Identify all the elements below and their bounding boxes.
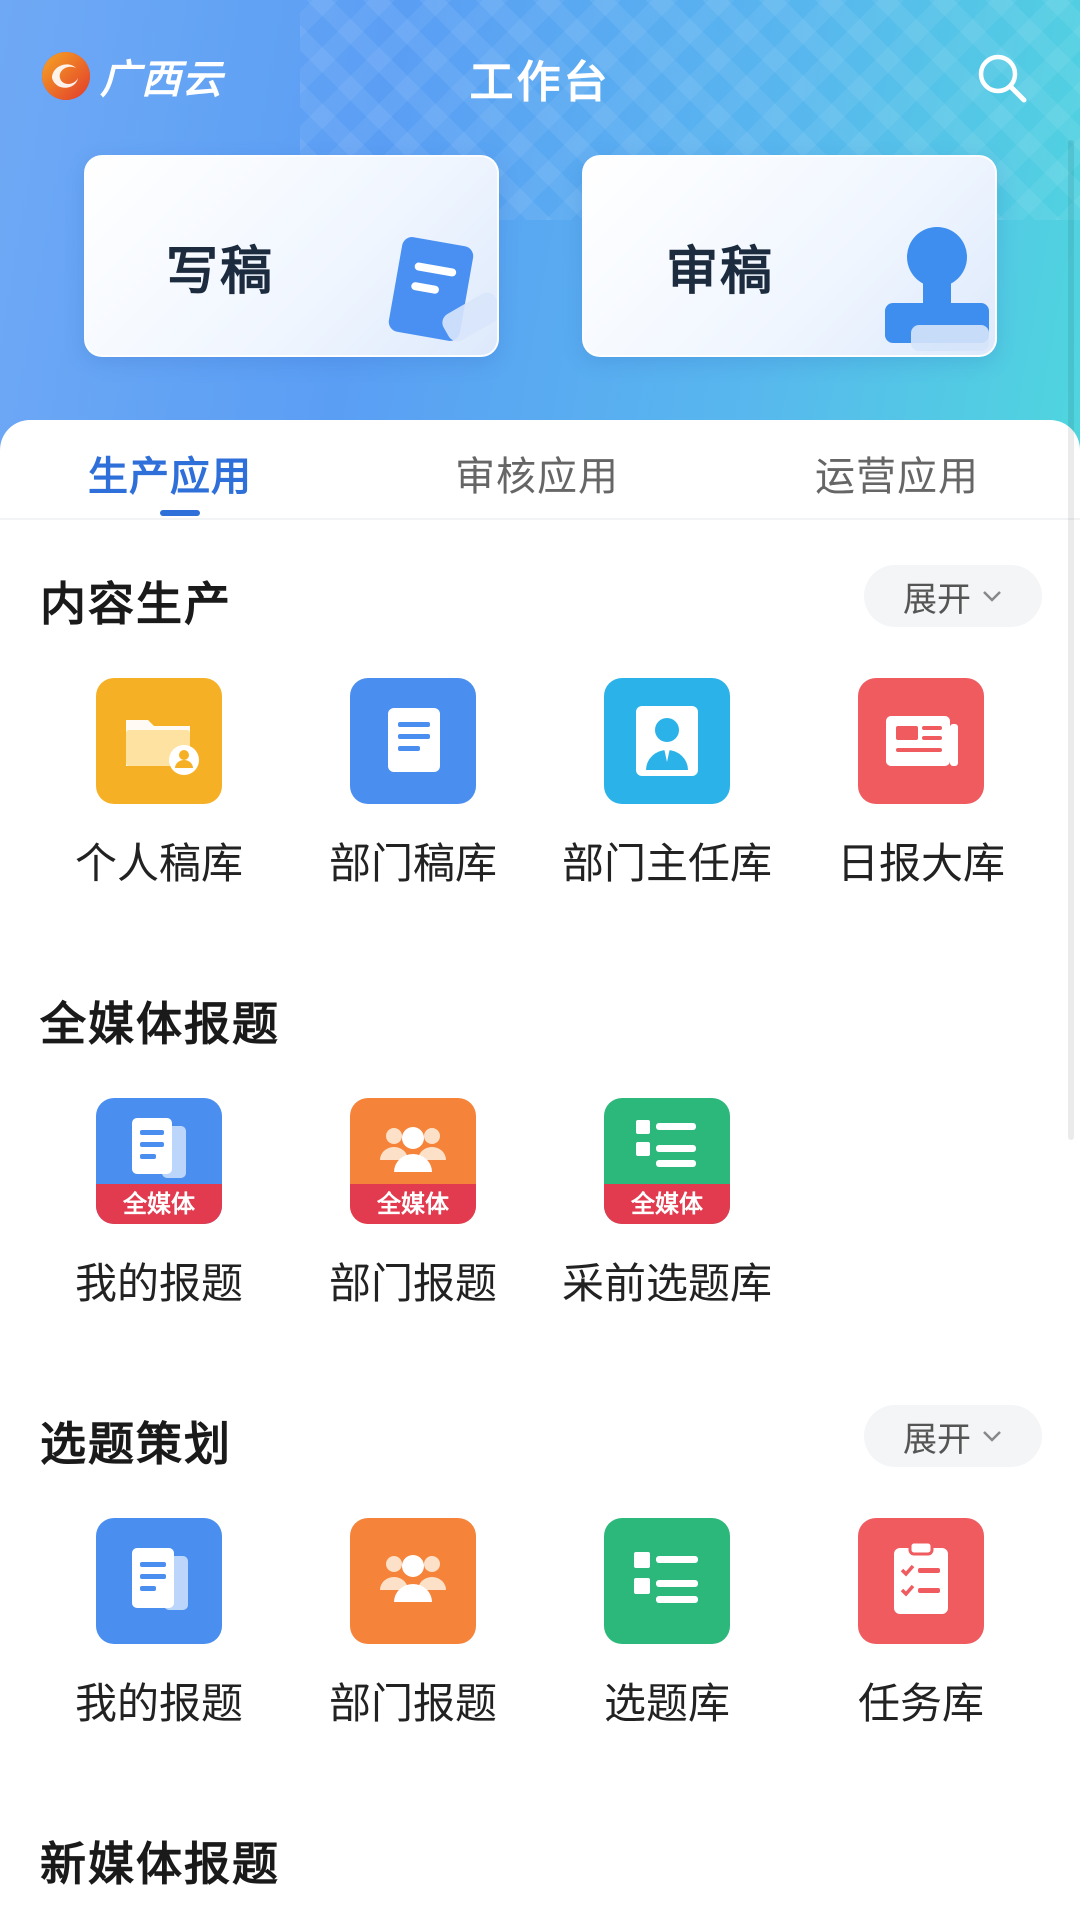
list-icon: 全媒体 (604, 1098, 730, 1224)
app-department-draft-library[interactable]: 部门稿库 (288, 678, 538, 898)
chevron-down-icon (983, 1431, 1001, 1442)
app-personal-draft-library[interactable]: 个人稿库 (34, 678, 284, 898)
app-pre-interview-topic-library[interactable]: 全媒体 采前选题库 (542, 1098, 792, 1318)
section-title-content-production: 内容生产 (40, 577, 232, 631)
review-article-label: 审稿 (666, 242, 775, 302)
review-article-button[interactable]: 审稿 (582, 155, 997, 357)
personal-folder-icon (96, 678, 222, 804)
app-department-topics-omnimedia[interactable]: 全媒体 部门报题 (288, 1098, 538, 1318)
expand-button-content-production[interactable]: 展开 (864, 565, 1042, 627)
scrollbar[interactable] (1068, 140, 1074, 1140)
expand-button-topic-planning[interactable]: 展开 (864, 1405, 1042, 1467)
tab-production-apps[interactable]: 生产应用 (88, 444, 252, 502)
clipboard-checklist-icon (858, 1518, 984, 1644)
expand-label: 展开 (903, 1419, 971, 1460)
app-label: 采前选题库 (561, 1259, 772, 1308)
group-icon: 全媒体 (350, 1098, 476, 1224)
chevron-down-icon (983, 591, 1001, 602)
active-tab-indicator (160, 510, 200, 516)
report-doc-icon: 全媒体 (96, 1098, 222, 1224)
report-doc-icon (96, 1518, 222, 1644)
tab-review-apps[interactable]: 审核应用 (455, 444, 619, 502)
app-label: 部门报题 (328, 1679, 497, 1728)
write-article-button[interactable]: 写稿 (84, 155, 499, 357)
document-pen-icon (388, 237, 497, 342)
app-my-topics-omnimedia[interactable]: 全媒体 我的报题 (34, 1098, 284, 1318)
list-icon (604, 1518, 730, 1644)
group-icon (350, 1518, 476, 1644)
app-department-topics[interactable]: 部门报题 (288, 1518, 538, 1738)
app-my-topics[interactable]: 我的报题 (34, 1518, 284, 1738)
tab-operation-apps[interactable]: 运营应用 (815, 444, 979, 502)
app-label: 我的报题 (74, 1679, 243, 1728)
content-panel: 生产应用 审核应用 运营应用 内容生产 展开 个人稿库 部门稿库 部门主任库 日… (0, 420, 1080, 1920)
search-icon[interactable] (974, 50, 1030, 106)
person-icon (604, 678, 730, 804)
app-label: 部门稿库 (328, 839, 497, 888)
write-article-label: 写稿 (166, 242, 275, 302)
stamp-icon (885, 227, 989, 351)
app-task-library[interactable]: 任务库 (796, 1518, 1046, 1738)
app-daily-newspaper-library[interactable]: 日报大库 (796, 678, 1046, 898)
omnimedia-badge: 全媒体 (350, 1184, 476, 1224)
app-department-director-library[interactable]: 部门主任库 (542, 678, 792, 898)
omnimedia-badge: 全媒体 (96, 1184, 222, 1224)
newspaper-icon (858, 678, 984, 804)
app-topic-library[interactable]: 选题库 (542, 1518, 792, 1738)
app-label: 部门报题 (328, 1259, 497, 1308)
page-title: 工作台 (469, 57, 611, 108)
app-label: 我的报题 (74, 1259, 243, 1308)
omnimedia-badge: 全媒体 (604, 1184, 730, 1224)
app-label: 选题库 (603, 1679, 730, 1728)
top-bar: 广西云 工作台 (0, 30, 1080, 120)
expand-label: 展开 (903, 579, 971, 620)
section-title-topic-planning: 选题策划 (40, 1417, 232, 1471)
app-label: 日报大库 (836, 839, 1005, 888)
section-title-new-media-topics: 新媒体报题 (40, 1837, 280, 1891)
document-icon (350, 678, 476, 804)
tab-bar: 生产应用 审核应用 运营应用 (0, 420, 1080, 520)
section-title-omnimedia-topics: 全媒体报题 (40, 997, 280, 1051)
app-label: 部门主任库 (561, 839, 772, 888)
app-label: 个人稿库 (74, 839, 243, 888)
app-label: 任务库 (857, 1679, 984, 1728)
